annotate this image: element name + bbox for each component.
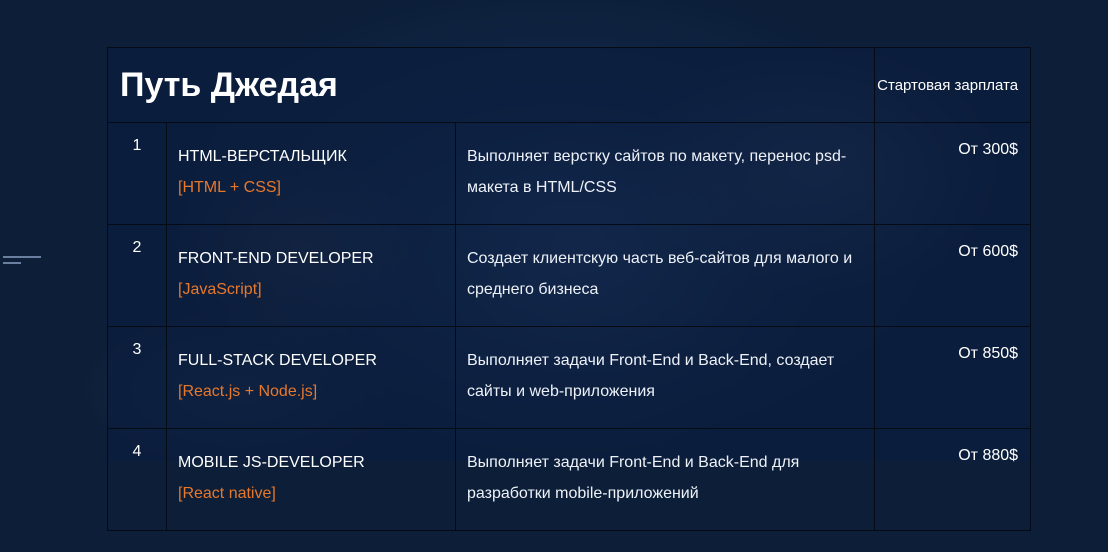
role-title: FULL-STACK DEVELOPER <box>178 352 377 369</box>
table-row: 4 MOBILE JS-DEVELOPER [React native] Вып… <box>107 428 1032 531</box>
role-salary: От 300$ <box>874 122 1032 225</box>
role-description: Выполняет задачи Front-End и Back-End, с… <box>454 326 876 429</box>
row-number: 3 <box>107 326 167 429</box>
marker-line-long <box>3 256 41 258</box>
role-title: FRONT-END DEVELOPER <box>178 250 374 267</box>
role-tech-stack: [React.js + Node.js] <box>178 383 318 400</box>
role-cell: FRONT-END DEVELOPER [JavaScript] <box>166 224 456 327</box>
row-number: 2 <box>107 224 167 327</box>
table-header-row: Путь Джедая Стартовая зарплата <box>106 47 1032 123</box>
row-number: 1 <box>107 122 167 225</box>
role-title: HTML-ВЕРСТАЛЬЩИК <box>178 148 347 165</box>
role-cell: MOBILE JS-DEVELOPER [React native] <box>166 428 456 531</box>
table-row: 2 FRONT-END DEVELOPER [JavaScript] Созда… <box>107 224 1032 327</box>
table-row: 1 HTML-ВЕРСТАЛЬЩИК [HTML + CSS] Выполняе… <box>107 122 1032 225</box>
slide-marker-icon <box>3 254 43 266</box>
role-tech-stack: [React native] <box>178 485 276 502</box>
role-description: Выполняет задачи Front-End и Back-End дл… <box>454 428 876 531</box>
table-title: Путь Джедая <box>106 47 876 123</box>
role-description: Создает клиентскую часть веб-сайтов для … <box>454 224 876 327</box>
career-table: Путь Джедая Стартовая зарплата 1 HTML-ВЕ… <box>106 47 1032 531</box>
role-tech-stack: [HTML + CSS] <box>178 179 281 196</box>
row-number: 4 <box>107 428 167 531</box>
career-table-grid: Путь Джедая Стартовая зарплата 1 HTML-ВЕ… <box>106 47 1032 531</box>
role-title: MOBILE JS-DEVELOPER <box>178 454 365 471</box>
role-salary: От 880$ <box>874 428 1032 531</box>
role-cell: FULL-STACK DEVELOPER [React.js + Node.js… <box>166 326 456 429</box>
role-description: Выполняет верстку сайтов по макету, пере… <box>454 122 876 225</box>
salary-column-header: Стартовая зарплата <box>874 47 1032 123</box>
role-cell: HTML-ВЕРСТАЛЬЩИК [HTML + CSS] <box>166 122 456 225</box>
role-salary: От 600$ <box>874 224 1032 327</box>
role-salary: От 850$ <box>874 326 1032 429</box>
marker-line-short <box>3 262 21 264</box>
table-row: 3 FULL-STACK DEVELOPER [React.js + Node.… <box>107 326 1032 429</box>
role-tech-stack: [JavaScript] <box>178 281 262 298</box>
